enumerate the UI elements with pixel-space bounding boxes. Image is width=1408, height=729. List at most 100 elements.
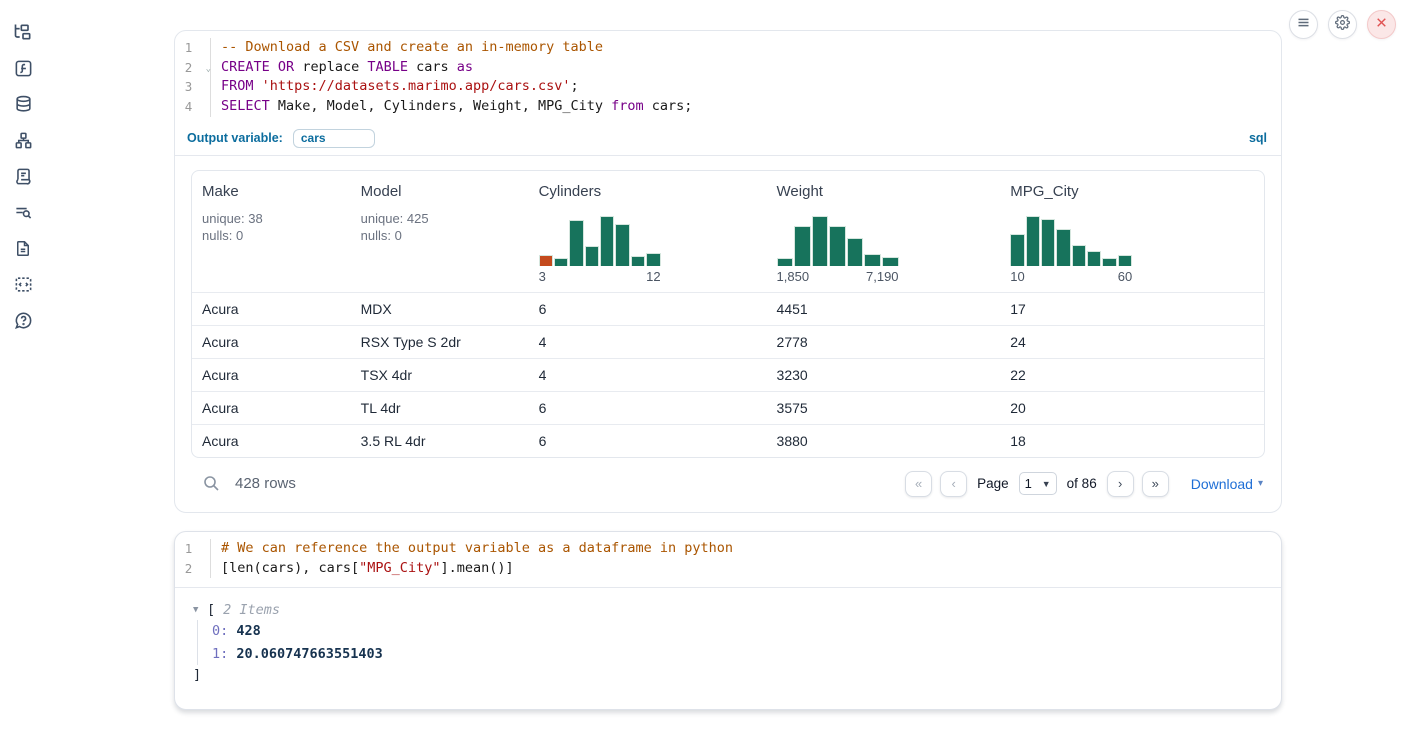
python-output: ▼ [ 2 Items 0: 4281: 20.060747663551403 … [175,587,1281,709]
page-of-label: of 86 [1067,476,1097,491]
sidebar-item[interactable] [12,94,34,114]
column-header[interactable]: Weight 1,8507,190 [767,171,1001,292]
code-line[interactable]: 4SELECT Make, Model, Cylinders, Weight, … [175,97,1281,117]
table-row[interactable]: AcuraMDX6445117 [192,292,1264,325]
table-cell: Acura [192,334,351,350]
histogram-bar [646,253,660,266]
chevron-down-icon: ▼ [1042,479,1051,489]
hist-min-label: 10 [1010,269,1024,284]
sidebar-item[interactable] [12,22,34,42]
document-icon [14,239,32,258]
sql-output-area: Make unique: 38nulls: 0 Modelunique: 425nu… [175,156,1281,512]
tree-key: 1: [212,646,228,662]
column-header[interactable]: MPG_City1060 [1000,171,1264,292]
sidebar-item[interactable] [12,58,34,78]
next-page-button[interactable]: › [1107,471,1134,497]
table-cell: 3575 [767,400,1001,416]
sidebar [0,0,46,729]
column-title: Cylinders [539,183,757,200]
line-number: 2 [175,559,211,579]
tree-open-bracket: [ [207,602,215,618]
code-line[interactable]: 3FROM 'https://datasets.marimo.app/cars.… [175,77,1281,97]
table-row[interactable]: Acura3.5 RL 4dr6388018 [192,424,1264,457]
data-table: Make unique: 38nulls: 0 Modelunique: 425nu… [191,170,1265,458]
table-cell: 3.5 RL 4dr [351,433,529,449]
table-row[interactable]: AcuraRSX Type S 2dr4277824 [192,325,1264,358]
table-cell: 4 [529,334,767,350]
code-line[interactable]: 1-- Download a CSV and create an in-memo… [175,38,1281,58]
histogram-bar [812,216,829,266]
tree-key: 0: [212,623,228,639]
histogram-bar [1026,216,1040,266]
tree-value: 20.060747663551403 [236,646,382,662]
column-histogram[interactable]: 312 [539,216,661,284]
output-variable-label: Output variable: [187,131,283,145]
sql-code-editor[interactable]: 1-- Download a CSV and create an in-memo… [175,31,1281,126]
line-number: 2⌄ [175,58,211,78]
sidebar-item[interactable] [12,166,34,186]
sidebar-item[interactable] [12,130,34,150]
code-line[interactable]: 1# We can reference the output variable … [175,539,1281,559]
tree-entry: 0: 428 [212,620,1265,643]
column-header[interactable]: Make unique: 38nulls: 0 [192,171,351,292]
table-cell: Acura [192,367,351,383]
gear-button[interactable] [1328,10,1357,39]
tree-expand-icon[interactable]: ▼ [193,605,203,615]
histogram-bar [829,226,846,266]
tree-close-bracket: ] [193,665,1265,685]
table-row[interactable]: AcuraTSX 4dr4323022 [192,358,1264,391]
table-cell: Acura [192,433,351,449]
file-tree-icon [13,22,33,42]
function-icon [14,59,33,78]
help-icon [14,311,33,330]
histogram-bar [631,256,645,266]
scratchpad-icon [14,167,33,186]
table-cell: 3230 [767,367,1001,383]
histogram-bar [1118,255,1132,266]
download-button[interactable]: Download ▾ [1191,476,1263,492]
column-title: Weight [777,183,991,200]
python-code-editor[interactable]: 1# We can reference the output variable … [175,532,1281,587]
code-line[interactable]: 2[len(cars), cars["MPG_City"].mean()] [175,559,1281,579]
table-header: Make unique: 38nulls: 0 Modelunique: 425nu… [192,171,1264,292]
database-icon [14,95,33,114]
prev-page-button[interactable]: ‹ [940,471,967,497]
sidebar-item[interactable] [12,238,34,258]
page-select[interactable]: 1 ▼ [1019,472,1057,495]
histogram-bar [847,238,864,266]
column-header[interactable]: Cylinders 312 [529,171,767,292]
close-button[interactable] [1367,10,1396,39]
column-title: Make [202,183,341,200]
code-line[interactable]: 2⌄CREATE OR replace TABLE cars as [175,58,1281,78]
snippets-icon [14,275,33,294]
table-cell: 22 [1000,367,1264,383]
table-cell: 3880 [767,433,1001,449]
menu-button[interactable] [1289,10,1318,39]
column-header[interactable]: Modelunique: 425nulls: 0 [351,171,529,292]
notebook-main: 1-- Download a CSV and create an in-memo… [174,30,1282,710]
column-stats: unique: 38nulls: 0 [202,210,341,244]
histogram-bar [539,255,553,266]
first-page-button[interactable]: « [905,471,932,497]
table-row[interactable]: AcuraTL 4dr6357520 [192,391,1264,424]
menu-icon [1296,15,1311,35]
tree-items-count: 2 Items [223,602,280,618]
table-cell: 18 [1000,433,1264,449]
table-cell: Acura [192,400,351,416]
sidebar-item[interactable] [12,202,34,222]
last-page-button[interactable]: » [1142,471,1169,497]
output-variable-input[interactable] [293,129,375,148]
sidebar-item[interactable] [12,274,34,294]
language-badge[interactable]: sql [1249,131,1267,145]
histogram-bar [600,216,614,266]
histogram-bar [585,246,599,266]
histogram-bar [569,220,583,266]
column-histogram[interactable]: 1060 [1010,216,1132,284]
histogram-bar [1102,258,1116,266]
search-icon[interactable] [203,475,220,492]
table-cell: 4451 [767,301,1001,317]
sidebar-item[interactable] [12,310,34,330]
column-histogram[interactable]: 1,8507,190 [777,216,899,284]
output-variable-bar: Output variable: sql [175,126,1281,156]
line-number: 4 [175,97,211,117]
